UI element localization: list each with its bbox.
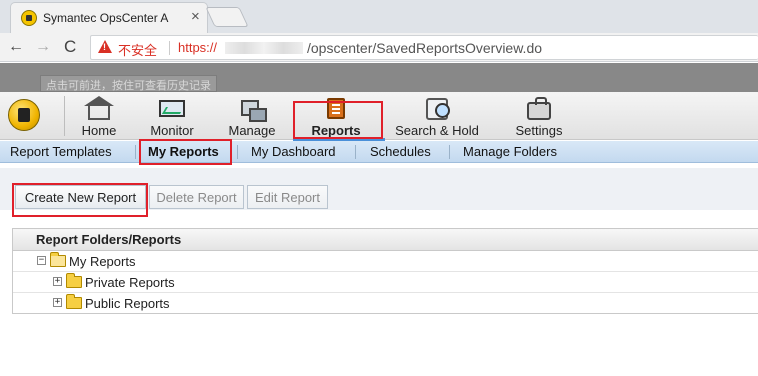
sub-navigation: Report Templates My Reports My Dashboard…	[0, 141, 758, 163]
nav-manage-label: Manage	[228, 123, 276, 138]
address-separator	[169, 41, 170, 55]
report-folders-grid: Report Folders/Reports − My Reports + Pr…	[12, 228, 758, 314]
nav-settings-label: Settings	[515, 123, 563, 138]
warning-icon	[98, 40, 112, 53]
folder-icon	[66, 294, 82, 309]
settings-icon	[527, 97, 551, 120]
subnav-my-dashboard[interactable]: My Dashboard	[251, 144, 336, 159]
nav-reports[interactable]: Reports	[306, 96, 366, 140]
subnav-divider	[355, 145, 356, 159]
home-icon	[84, 96, 114, 120]
nav-monitor[interactable]: Monitor	[144, 96, 200, 140]
tree-label[interactable]: My Reports	[69, 254, 135, 269]
subnav-divider	[449, 145, 450, 159]
subnav-schedules[interactable]: Schedules	[370, 144, 431, 159]
tab-close-icon[interactable]: ×	[191, 9, 200, 25]
nav-reports-label: Reports	[311, 123, 361, 138]
nav-manage[interactable]: Manage	[224, 96, 280, 140]
new-tab-button[interactable]	[205, 7, 249, 27]
tree-row-private-reports[interactable]: + Private Reports	[13, 272, 758, 293]
back-arrow-icon[interactable]: ←	[8, 37, 24, 57]
app-header: Home Monitor Manage Reports Search & Hol…	[0, 92, 758, 140]
search-hold-icon	[426, 98, 450, 120]
reports-icon	[327, 98, 345, 119]
delete-report-button[interactable]: Delete Report	[149, 185, 244, 209]
tree-label[interactable]: Private Reports	[85, 275, 175, 290]
nav-home[interactable]: Home	[74, 96, 124, 140]
address-bar[interactable]: 不安全 https:// /opscenter/SavedReportsOver…	[90, 35, 758, 60]
tab-title: Symantec OpsCenter A	[43, 11, 169, 25]
expand-icon[interactable]: +	[53, 277, 62, 286]
edit-report-button[interactable]: Edit Report	[247, 185, 328, 209]
reload-icon[interactable]: C	[64, 37, 76, 57]
subnav-manage-folders[interactable]: Manage Folders	[463, 144, 557, 159]
opscenter-favicon-icon	[21, 10, 37, 26]
browser-tab-strip: Symantec OpsCenter A ×	[0, 0, 758, 33]
not-secure-label[interactable]: 不安全	[118, 40, 157, 59]
folder-open-icon	[50, 252, 66, 267]
browser-tab[interactable]: Symantec OpsCenter A ×	[10, 2, 208, 33]
grid-header: Report Folders/Reports	[13, 229, 758, 251]
nav-home-label: Home	[81, 123, 117, 138]
header-divider	[64, 96, 65, 136]
expand-icon[interactable]: +	[53, 298, 62, 307]
folder-icon	[66, 273, 82, 288]
subnav-my-reports[interactable]: My Reports	[148, 144, 219, 159]
create-new-report-button[interactable]: Create New Report	[15, 185, 146, 209]
nav-search-hold[interactable]: Search & Hold	[390, 96, 484, 140]
browser-toolbar: ← → C 不安全 https:// /opscenter/SavedRepor…	[0, 33, 758, 62]
manage-icon	[241, 100, 267, 122]
nav-settings[interactable]: Settings	[510, 96, 568, 140]
subnav-report-templates[interactable]: Report Templates	[10, 144, 112, 159]
tree-row-my-reports[interactable]: − My Reports	[13, 251, 758, 272]
nav-monitor-label: Monitor	[150, 123, 194, 138]
subnav-divider	[237, 145, 238, 159]
nav-search-hold-label: Search & Hold	[395, 123, 479, 138]
forward-tooltip: 点击可前进，按住可查看历史记录	[40, 75, 217, 92]
tree-row-public-reports[interactable]: + Public Reports	[13, 293, 758, 314]
collapse-icon[interactable]: −	[37, 256, 46, 265]
url-path: /opscenter/SavedReportsOverview.do	[307, 40, 543, 56]
subnav-divider	[135, 145, 136, 159]
forward-arrow-icon[interactable]: →	[35, 37, 51, 57]
url-scheme: https://	[178, 40, 218, 55]
monitor-icon	[159, 100, 185, 117]
tree-label[interactable]: Public Reports	[85, 296, 170, 311]
url-host-redacted	[225, 42, 303, 54]
opscenter-logo-icon	[8, 99, 40, 131]
